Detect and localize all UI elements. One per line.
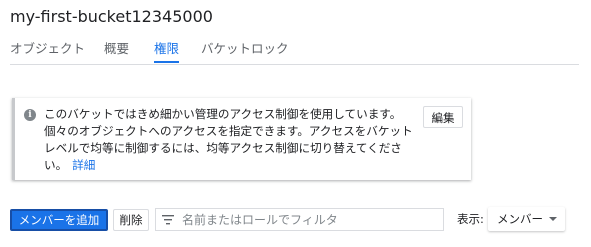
notice-text-block: このバケットではきめ細かい管理のアクセス制御を使用しています。個々のオブジェクト…	[44, 106, 414, 174]
access-control-notice: i このバケットではきめ細かい管理のアクセス制御を使用しています。個々のオブジェ…	[12, 98, 471, 180]
view-label: 表示:	[457, 212, 484, 226]
bucket-title: my-first-bucket12345000	[10, 7, 213, 26]
add-member-button[interactable]: メンバーを追加	[10, 209, 108, 231]
tab-objects[interactable]: オブジェクト	[10, 38, 85, 61]
tab-bucket-lock[interactable]: バケットロック	[201, 38, 289, 61]
tab-overview[interactable]: 概要	[104, 38, 129, 61]
view-select[interactable]: メンバー	[488, 207, 565, 231]
view-select-value: メンバー	[497, 212, 543, 226]
filter-icon	[162, 215, 174, 225]
tab-bar: オブジェクト 概要 権限 バケットロック	[10, 36, 579, 65]
tab-permissions[interactable]: 権限	[154, 38, 180, 63]
notice-message: このバケットではきめ細かい管理のアクセス制御を使用しています。個々のオブジェクト…	[44, 107, 413, 172]
info-icon: i	[24, 109, 36, 121]
details-link[interactable]: 詳細	[72, 158, 95, 172]
edit-button[interactable]: 編集	[423, 106, 463, 128]
filter-box	[155, 208, 444, 231]
delete-button[interactable]: 削除	[113, 209, 149, 231]
filter-input[interactable]	[182, 210, 437, 229]
chevron-down-icon	[549, 217, 557, 221]
